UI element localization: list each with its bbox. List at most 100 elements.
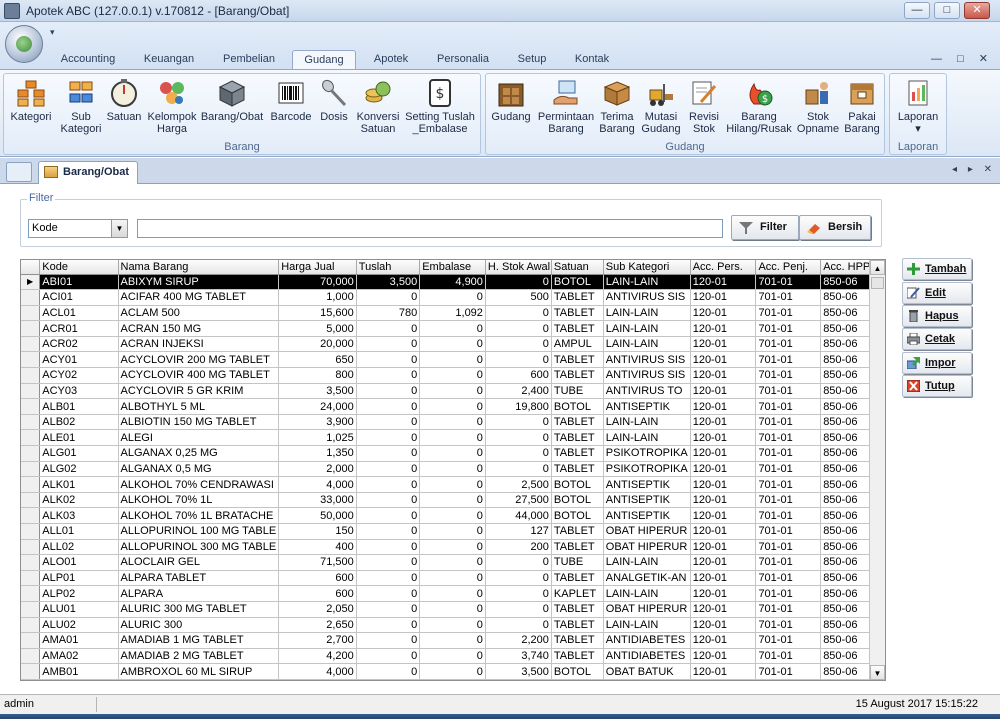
table-cell[interactable]: ALK01	[39, 476, 119, 493]
table-cell[interactable]: 0	[419, 617, 486, 634]
table-cell[interactable]: 0	[356, 336, 421, 353]
table-cell[interactable]: TABLET	[551, 414, 604, 431]
table-cell[interactable]: ALBOTHYL 5 ML	[118, 398, 280, 415]
table-cell[interactable]: LAIN-LAIN	[603, 274, 691, 291]
table-row[interactable]: ALK03 ALKOHOL 70% 1L BRATACHE 50,000 0 0 44,0…	[21, 507, 885, 524]
table-cell[interactable]: 120-01	[690, 320, 757, 337]
maximize-button[interactable]: □	[934, 2, 960, 19]
table-cell[interactable]: ALP01	[39, 570, 119, 587]
table-cell[interactable]: 600	[278, 585, 357, 602]
table-cell[interactable]: 0	[485, 461, 552, 478]
table-cell[interactable]: 650	[278, 351, 357, 369]
table-cell[interactable]: 701-01	[755, 539, 822, 556]
table-cell[interactable]: 4,000	[278, 663, 357, 680]
column-header[interactable]: Embalase	[419, 260, 486, 275]
table-cell[interactable]: 120-01	[690, 570, 757, 587]
add-button[interactable]: Tambah	[902, 258, 972, 280]
table-cell[interactable]: 600	[278, 570, 357, 587]
table-cell[interactable]: 701-01	[755, 617, 822, 634]
table-cell[interactable]: 701-01	[755, 320, 822, 337]
table-cell[interactable]: TABLET	[551, 570, 604, 587]
row-indicator[interactable]	[21, 601, 41, 618]
table-cell[interactable]: ACR02	[39, 336, 119, 353]
row-indicator[interactable]	[21, 305, 41, 322]
table-cell[interactable]: 0	[356, 648, 421, 665]
table-cell[interactable]: ALL01	[39, 523, 119, 540]
table-cell[interactable]: 701-01	[755, 445, 822, 462]
table-cell[interactable]: 701-01	[755, 351, 822, 369]
table-cell[interactable]: 0	[356, 570, 421, 587]
table-cell[interactable]: 120-01	[690, 663, 757, 680]
table-cell[interactable]: TABLET	[551, 429, 604, 447]
table-cell[interactable]: PSIKOTROPIKA	[603, 445, 691, 462]
table-cell[interactable]: 15,600	[278, 305, 357, 322]
table-row[interactable]: ALU01 ALURIC 300 MG TABLET 2,050 0 0 0 TABLET O…	[21, 601, 885, 618]
table-cell[interactable]: ANTIDIABETES	[603, 648, 691, 665]
table-cell[interactable]: 701-01	[755, 289, 822, 306]
table-cell[interactable]: TABLET	[551, 289, 604, 306]
table-cell[interactable]: KAPLET	[551, 585, 604, 602]
table-cell[interactable]: OBAT HIPERUR	[603, 523, 691, 540]
table-cell[interactable]: 3,500	[485, 663, 552, 680]
table-cell[interactable]: ALB02	[39, 414, 119, 431]
filter-field-select[interactable]: Kode ▼	[28, 219, 128, 238]
table-cell[interactable]: 0	[485, 351, 552, 369]
table-cell[interactable]: 0	[419, 663, 486, 680]
table-cell[interactable]: ALO01	[39, 554, 119, 571]
barcode-button[interactable]: Barcode	[268, 78, 314, 123]
table-cell[interactable]: 0	[419, 289, 486, 306]
stok-opname-button[interactable]: Stok Opname	[796, 78, 840, 135]
table-cell[interactable]: 701-01	[755, 492, 822, 509]
table-cell[interactable]: ANTIVIRUS SIS	[603, 289, 691, 306]
tab-barang-obat[interactable]: Barang/Obat	[38, 161, 138, 184]
document-tab-nav[interactable]: ◂ ▸ ✕	[952, 164, 996, 175]
table-cell[interactable]: TUBE	[551, 383, 604, 400]
table-cell[interactable]: 701-01	[755, 507, 822, 524]
table-cell[interactable]: 0	[485, 554, 552, 571]
delete-button[interactable]: Hapus	[902, 305, 972, 327]
table-cell[interactable]: 120-01	[690, 539, 757, 556]
table-cell[interactable]: 0	[419, 383, 486, 400]
table-cell[interactable]: OBAT BATUK	[603, 663, 691, 680]
table-row[interactable]: ACR01 ACRAN 150 MG 5,000 0 0 0 TABLET LAIN-LAIN…	[21, 320, 885, 337]
table-cell[interactable]: 0	[419, 445, 486, 462]
table-cell[interactable]: 0	[356, 585, 421, 602]
table-cell[interactable]: 0	[356, 554, 421, 571]
table-cell[interactable]: 0	[485, 445, 552, 462]
table-cell[interactable]: ACYCLOVIR 200 MG TABLET	[118, 351, 280, 369]
permintaan-barang-button[interactable]: Permintaan Barang	[536, 78, 596, 135]
table-row[interactable]: ALG01 ALGANAX 0,25 MG 1,350 0 0 0 TABLET PSIKOT…	[21, 445, 885, 462]
table-cell[interactable]: 0	[419, 476, 486, 493]
table-cell[interactable]: ALURIC 300	[118, 617, 280, 634]
tab-accounting[interactable]: Accounting	[52, 50, 124, 70]
table-cell[interactable]: 701-01	[755, 429, 822, 447]
table-cell[interactable]: 0	[485, 274, 552, 291]
table-row[interactable]: ACI01 ACIFAR 400 MG TABLET 1,000 0 0 500 TABLE…	[21, 289, 885, 306]
table-cell[interactable]: ALU01	[39, 601, 119, 618]
table-row[interactable]: ALP01 ALPARA TABLET 600 0 0 0 TABLET ANALGETIK-…	[21, 570, 885, 587]
table-cell[interactable]: AMADIAB 2 MG TABLET	[118, 648, 280, 665]
column-header[interactable]: Tuslah	[356, 260, 421, 275]
table-cell[interactable]: 120-01	[690, 289, 757, 306]
table-cell[interactable]: ANTIVIRUS SIS	[603, 351, 691, 369]
table-cell[interactable]: LAIN-LAIN	[603, 585, 691, 602]
table-cell[interactable]: ALLOPURINOL 300 MG TABLE	[118, 539, 280, 556]
table-cell[interactable]: LAIN-LAIN	[603, 554, 691, 571]
table-cell[interactable]: 0	[485, 585, 552, 602]
table-cell[interactable]: 20,000	[278, 336, 357, 353]
table-cell[interactable]: ANTISEPTIK	[603, 476, 691, 493]
table-cell[interactable]: 0	[356, 429, 421, 447]
table-cell[interactable]: LAIN-LAIN	[603, 429, 691, 447]
table-cell[interactable]: BOTOL	[551, 507, 604, 524]
tab-kontak[interactable]: Kontak	[564, 50, 620, 70]
table-cell[interactable]: 701-01	[755, 523, 822, 540]
scroll-down-icon[interactable]: ▼	[870, 665, 885, 680]
table-cell[interactable]: LAIN-LAIN	[603, 617, 691, 634]
row-indicator[interactable]	[21, 492, 41, 509]
gudang-button[interactable]: Gudang	[488, 78, 534, 123]
table-cell[interactable]: 400	[278, 539, 357, 556]
table-cell[interactable]: 2,650	[278, 617, 357, 634]
table-cell[interactable]: 120-01	[690, 461, 757, 478]
table-row[interactable]: ALE01 ALEGI 1,025 0 0 0 TABLET LAIN-LAIN 120-01 7…	[21, 429, 885, 447]
table-cell[interactable]: 4,000	[278, 476, 357, 493]
